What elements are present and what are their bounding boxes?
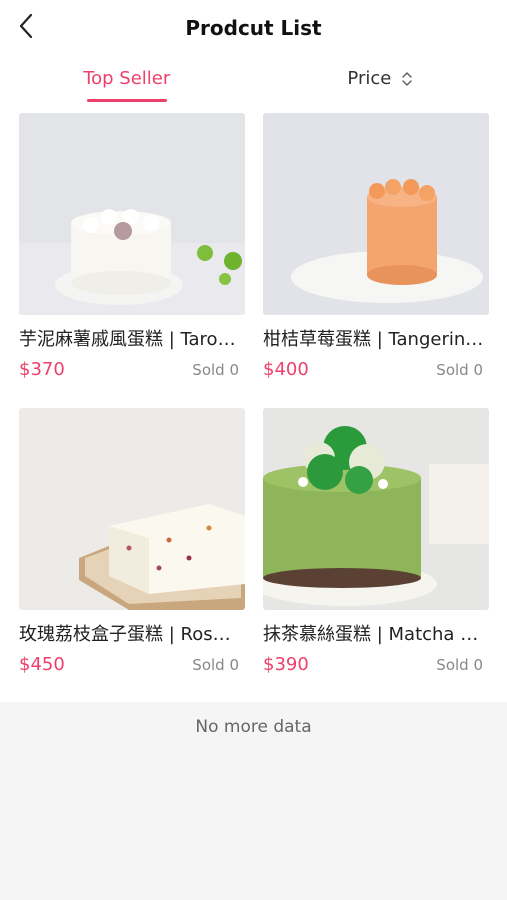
product-grid: 芋泥麻薯戚風蛋糕 | Taro Mochi Chiffon Cake $370 … xyxy=(0,104,507,702)
product-image xyxy=(263,113,489,315)
chevron-left-icon xyxy=(19,13,33,39)
product-sold-count: Sold 0 xyxy=(192,360,239,379)
tab-top-seller-label: Top Seller xyxy=(83,68,171,89)
product-image xyxy=(19,408,245,610)
product-name: 芋泥麻薯戚風蛋糕 | Taro Mochi Chiffon Cake xyxy=(19,329,241,350)
product-price: $370 xyxy=(19,359,65,380)
tab-top-seller[interactable]: Top Seller xyxy=(0,56,254,104)
sort-updown-icon xyxy=(402,72,412,86)
product-price: $450 xyxy=(19,654,65,675)
product-card[interactable]: 抹茶慕絲蛋糕 | Matcha Mousse Cake $390 Sold 0 xyxy=(263,408,489,675)
product-image xyxy=(263,408,489,610)
product-card[interactable]: 芋泥麻薯戚風蛋糕 | Taro Mochi Chiffon Cake $370 … xyxy=(19,113,245,380)
product-price: $390 xyxy=(263,654,309,675)
product-name: 抹茶慕絲蛋糕 | Matcha Mousse Cake xyxy=(263,624,485,645)
page-title: Prodcut List xyxy=(185,16,322,40)
product-card[interactable]: 玫瑰荔枝盒子蛋糕 | Rose Lychee Box Cake $450 Sol… xyxy=(19,408,245,675)
product-sold-count: Sold 0 xyxy=(436,360,483,379)
no-more-data-text: No more data xyxy=(195,717,312,737)
product-card[interactable]: 柑桔草莓蛋糕 | Tangerine Strawberry Cake $400 … xyxy=(263,113,489,380)
product-sold-count: Sold 0 xyxy=(192,655,239,674)
back-button[interactable] xyxy=(12,12,40,40)
tab-price-label: Price xyxy=(347,68,392,89)
product-image xyxy=(19,113,245,315)
tab-bar: Top Seller Price xyxy=(0,56,507,104)
tab-price[interactable]: Price xyxy=(254,56,507,104)
header: Prodcut List xyxy=(0,0,507,56)
product-price: $400 xyxy=(263,359,309,380)
active-tab-indicator xyxy=(86,99,167,102)
product-sold-count: Sold 0 xyxy=(436,655,483,674)
product-name: 柑桔草莓蛋糕 | Tangerine Strawberry Cake xyxy=(263,329,485,350)
product-name: 玫瑰荔枝盒子蛋糕 | Rose Lychee Box Cake xyxy=(19,624,241,645)
